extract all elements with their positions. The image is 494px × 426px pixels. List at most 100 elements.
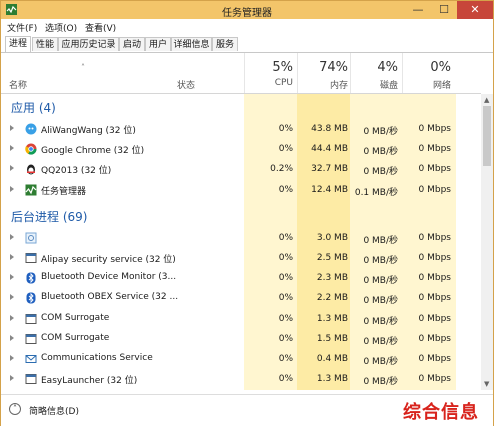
- cpu-value: 0%: [278, 184, 293, 195]
- process-row[interactable]: Bluetooth Device Monitor (3... 0% 2.3 MB 0 …: [1, 268, 481, 288]
- expand-chevron-icon[interactable]: [10, 145, 14, 152]
- cpu-value: 0%: [278, 273, 293, 284]
- process-row[interactable]: QQ2013 (32 位) 0.2% 32.7 MB 0 MB/秒 0 Mbps: [1, 159, 481, 179]
- expand-chevron-icon[interactable]: [10, 334, 14, 341]
- tab-app-history[interactable]: 应用历史记录: [58, 37, 119, 51]
- memory-value: 1.3 MB: [316, 313, 348, 324]
- cpu-value: 0%: [278, 293, 293, 304]
- memory-value: 1.3 MB: [316, 374, 348, 385]
- service-icon: [25, 333, 37, 344]
- tab-details[interactable]: 详细信息: [171, 37, 212, 51]
- task-manager-icon: [25, 184, 37, 196]
- close-button[interactable]: ✕: [457, 1, 493, 19]
- menu-view[interactable]: 查看(V): [85, 21, 116, 34]
- network-value: 0 Mbps: [418, 374, 451, 385]
- memory-value: 12.4 MB: [311, 184, 348, 195]
- scroll-down-icon[interactable]: ▼: [484, 380, 489, 388]
- column-cpu[interactable]: CPU: [247, 78, 293, 88]
- disk-value: 0 MB/秒: [363, 276, 398, 287]
- cpu-value: 0%: [278, 374, 293, 385]
- column-name[interactable]: 名称: [9, 78, 27, 91]
- watermark: 综合信息: [403, 402, 479, 423]
- title-bar[interactable]: 任务管理器 — ☐ ✕: [1, 1, 493, 19]
- tab-strip: 进程 性能 应用历史记录 启动 用户 详细信息 服务: [1, 36, 493, 53]
- memory-value: 32.7 MB: [311, 164, 348, 175]
- column-network[interactable]: 网络: [403, 78, 451, 91]
- group-header[interactable]: 应用 (4): [1, 96, 481, 116]
- column-disk[interactable]: 磁盘: [351, 78, 398, 91]
- expand-chevron-icon[interactable]: [10, 233, 14, 240]
- process-row[interactable]: 任务管理器 0% 12.4 MB 0.1 MB/秒 0 Mbps: [1, 180, 481, 200]
- menu-file[interactable]: 文件(F): [7, 21, 37, 34]
- memory-value: 43.8 MB: [311, 124, 348, 134]
- column-status[interactable]: 状态: [177, 78, 195, 91]
- tab-startup[interactable]: 启动: [119, 37, 145, 51]
- memory-value: 1.5 MB: [316, 333, 348, 344]
- expand-chevron-icon[interactable]: [10, 125, 14, 131]
- expand-chevron-icon[interactable]: [10, 165, 14, 172]
- network-value: 0 Mbps: [418, 184, 451, 195]
- chevron-up-circle-icon[interactable]: ˄: [9, 403, 21, 415]
- process-row[interactable]: AliWangWang (32 位) 0% 43.8 MB 0 MB/秒 0 Mbps: [1, 119, 481, 139]
- service-icon: [25, 313, 37, 324]
- expand-chevron-icon[interactable]: [10, 185, 14, 192]
- group-header[interactable]: 后台进程 (69): [1, 205, 481, 225]
- tab-performance[interactable]: 性能: [32, 37, 58, 51]
- process-name: 任务管理器: [41, 186, 87, 197]
- maximize-button[interactable]: ☐: [431, 1, 457, 19]
- disk-total[interactable]: 4%: [351, 60, 398, 75]
- aliwangwang-icon: [25, 123, 37, 135]
- cpu-value: 0%: [278, 253, 293, 263]
- expand-chevron-icon[interactable]: [10, 254, 14, 260]
- column-memory[interactable]: 内存: [298, 78, 348, 91]
- disk-value: 0 MB/秒: [363, 296, 398, 307]
- column-header: ˄ 名称 状态 5% CPU 74% 内存 4% 磁盘 0% 网络: [1, 53, 481, 94]
- disk-value: 0.1 MB/秒: [354, 187, 398, 198]
- minimize-button[interactable]: —: [405, 1, 431, 19]
- disk-value: 0 MB/秒: [363, 336, 398, 347]
- tab-processes[interactable]: 进程: [5, 36, 31, 52]
- cpu-value: 0%: [278, 232, 293, 243]
- network-value: 0 Mbps: [418, 293, 451, 304]
- expand-chevron-icon[interactable]: [10, 294, 14, 301]
- process-name: Bluetooth Device Monitor (3...: [41, 272, 177, 283]
- disk-value: 0 MB/秒: [363, 127, 398, 137]
- scroll-up-icon[interactable]: ▲: [484, 96, 489, 104]
- network-value: 0 Mbps: [418, 354, 451, 364]
- menu-options[interactable]: 选项(O): [45, 21, 77, 34]
- process-name: Bluetooth OBEX Service (32 ...: [41, 292, 179, 303]
- bluetooth-icon: [26, 292, 36, 304]
- cpu-total[interactable]: 5%: [247, 60, 293, 75]
- process-list: 应用 (4) AliWangWang (32 位) 0% 43.8 MB 0 MB/秒 0…: [1, 94, 481, 390]
- process-row[interactable]: Alipay security service (32 位) 0% 2.5 MB 0 …: [1, 248, 481, 268]
- disk-value: 0 MB/秒: [363, 256, 398, 266]
- network-total[interactable]: 0%: [403, 60, 451, 75]
- process-name: COM Surrogate: [41, 312, 110, 323]
- task-manager-window: 任务管理器 — ☐ ✕ 文件(F) 选项(O) 查看(V) 进程 性能 应用历史…: [0, 0, 494, 426]
- process-name: Google Chrome (32 位): [41, 146, 145, 157]
- sort-arrow-icon: ˄: [81, 63, 85, 72]
- scrollbar-thumb[interactable]: [483, 106, 491, 166]
- memory-value: 44.4 MB: [311, 144, 348, 155]
- process-row[interactable]: Bluetooth OBEX Service (32 ... 0% 2.2 MB 0 …: [1, 288, 481, 308]
- expand-chevron-icon[interactable]: [10, 355, 14, 361]
- process-name: Communications Service: [41, 353, 153, 363]
- process-row[interactable]: Communications Service 0% 0.4 MB 0 MB/秒 0 Mb…: [1, 349, 481, 369]
- process-row[interactable]: Google Chrome (32 位) 0% 44.4 MB 0 MB/秒 0 Mbp…: [1, 139, 481, 159]
- fewer-details-link[interactable]: 简略信息(D): [29, 404, 79, 417]
- tab-services[interactable]: 服务: [212, 37, 238, 51]
- vertical-scrollbar[interactable]: ▲ ▼: [481, 94, 493, 390]
- expand-chevron-icon[interactable]: [10, 274, 14, 281]
- cpu-value: 0%: [278, 144, 293, 155]
- memory-total[interactable]: 74%: [298, 60, 348, 75]
- mail-icon: [25, 355, 37, 363]
- process-row[interactable]: EasyLauncher (32 位) 0% 1.3 MB 0 MB/秒 0 Mbps: [1, 369, 481, 389]
- process-row[interactable]: 0% 3.0 MB 0 MB/秒 0 Mbps: [1, 228, 481, 248]
- expand-chevron-icon[interactable]: [10, 314, 14, 321]
- process-row[interactable]: COM Surrogate 0% 1.5 MB 0 MB/秒 0 Mbps: [1, 329, 481, 349]
- expand-chevron-icon[interactable]: [10, 375, 14, 382]
- cpu-value: 0.2%: [270, 164, 293, 175]
- process-row[interactable]: COM Surrogate 0% 1.3 MB 0 MB/秒 0 Mbps: [1, 309, 481, 329]
- process-name: QQ2013 (32 位): [41, 166, 112, 177]
- tab-users[interactable]: 用户: [145, 37, 171, 51]
